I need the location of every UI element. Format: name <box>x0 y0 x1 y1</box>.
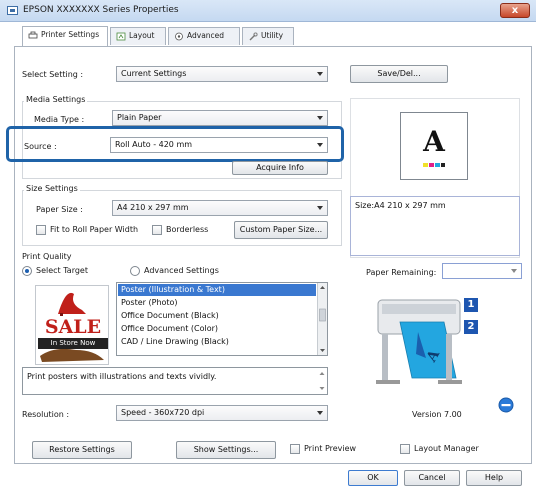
close-button[interactable]: x <box>500 3 530 18</box>
select-target-label: Select Target <box>36 266 88 275</box>
step-badge-2: 2 <box>467 321 475 332</box>
preview-letter: A <box>423 125 445 158</box>
paper-size-combo[interactable]: A4 210 x 297 mm <box>112 200 328 216</box>
properties-window: EPSON XXXXXXX Series Properties x Printe… <box>0 0 536 493</box>
update-info-icon[interactable] <box>498 397 514 413</box>
list-item[interactable]: CAD / Line Drawing (Black) <box>118 336 229 348</box>
select-target-radio[interactable] <box>22 266 32 276</box>
tab-label: Layout <box>129 31 155 40</box>
paper-remaining-label: Paper Remaining: <box>366 268 437 277</box>
chevron-down-icon <box>317 72 323 76</box>
select-setting-value: Current Settings <box>121 69 187 78</box>
version-label: Version 7.00 <box>412 410 462 419</box>
chevron-down-icon <box>317 206 323 210</box>
resolution-label: Resolution : <box>22 410 70 419</box>
list-item[interactable]: Poster (Photo) <box>118 297 178 309</box>
list-item[interactable]: Poster (Illustration & Text) <box>118 284 316 296</box>
list-item[interactable]: Office Document (Black) <box>118 310 219 322</box>
printer-icon <box>28 31 38 39</box>
select-setting-combo[interactable]: Current Settings <box>116 66 328 82</box>
fit-roll-width-checkbox[interactable] <box>36 225 46 235</box>
resolution-combo[interactable]: Speed - 360x720 dpi <box>116 405 328 421</box>
select-setting-label: Select Setting : <box>22 70 84 79</box>
list-item[interactable]: Office Document (Color) <box>118 323 218 335</box>
restore-settings-button[interactable]: Restore Settings <box>32 441 132 459</box>
target-description: Print posters with illustrations and tex… <box>22 367 328 395</box>
title-bar: EPSON XXXXXXX Series Properties x <box>0 0 536 22</box>
advanced-settings-radio[interactable] <box>130 266 140 276</box>
custom-paper-size-button[interactable]: Custom Paper Size... <box>234 221 328 239</box>
show-settings-button[interactable]: Show Settings... <box>176 441 276 459</box>
sale-text: SALE <box>44 316 102 338</box>
size-info-text: Size:A4 210 x 297 mm <box>355 201 446 210</box>
wrench-icon <box>249 32 258 41</box>
paper-remaining-combo[interactable] <box>442 263 522 279</box>
tab-layout[interactable]: Layout <box>110 27 166 45</box>
borderless-label: Borderless <box>166 225 209 234</box>
window-title: EPSON XXXXXXX Series Properties <box>23 5 179 15</box>
media-settings-label: Media Settings <box>24 95 88 104</box>
print-preview-label: Print Preview <box>304 444 357 453</box>
media-type-label: Media Type : <box>34 115 85 124</box>
target-listbox[interactable]: Poster (Illustration & Text) Poster (Pho… <box>116 282 328 356</box>
step-badge-1: 1 <box>467 299 475 310</box>
help-button[interactable]: Help <box>466 470 522 486</box>
tab-utility[interactable]: Utility <box>242 27 294 45</box>
chevron-down-icon <box>317 411 323 415</box>
resolution-value: Speed - 360x720 dpi <box>121 408 205 417</box>
layout-icon <box>116 32 126 41</box>
borderless-checkbox[interactable] <box>152 225 162 235</box>
save-del-button[interactable]: Save/Del... <box>350 65 448 83</box>
cancel-button[interactable]: Cancel <box>404 470 460 486</box>
size-settings-label: Size Settings <box>24 184 80 193</box>
tab-label: Utility <box>261 31 284 40</box>
tab-advanced[interactable]: Advanced <box>168 27 240 45</box>
target-thumbnail: SALE In Store Now <box>35 285 109 365</box>
size-info-box: Size:A4 210 x 297 mm <box>350 196 520 256</box>
fit-roll-width-label: Fit to Roll Paper Width <box>50 225 139 234</box>
scroll-arrows-icon <box>319 286 326 352</box>
large-format-printer-illustration <box>376 298 478 384</box>
advanced-icon <box>175 32 183 41</box>
media-type-value: Plain Paper <box>117 113 162 122</box>
paper-preview: A <box>400 112 468 180</box>
chevron-down-icon <box>511 269 517 273</box>
target-description-text: Print posters with illustrations and tex… <box>27 372 217 381</box>
tab-label: Printer Settings <box>41 30 100 39</box>
layout-manager-checkbox[interactable] <box>400 444 410 454</box>
acquire-info-button[interactable]: Acquire Info <box>232 161 328 175</box>
source-highlight-callout <box>6 126 344 162</box>
advanced-settings-label: Advanced Settings <box>144 266 219 275</box>
ink-strip-icon <box>423 163 445 167</box>
printer-app-icon <box>7 6 18 15</box>
tab-label: Advanced <box>187 31 225 40</box>
paper-size-value: A4 210 x 297 mm <box>117 203 189 212</box>
tab-printer-settings[interactable]: Printer Settings <box>22 26 108 46</box>
description-scroll-arrows-icon <box>319 372 325 390</box>
print-preview-checkbox[interactable] <box>290 444 300 454</box>
chevron-down-icon <box>317 116 323 120</box>
media-type-combo[interactable]: Plain Paper <box>112 110 328 126</box>
in-store-text: In Store Now <box>38 338 108 349</box>
layout-manager-label: Layout Manager <box>414 444 479 453</box>
ok-button[interactable]: OK <box>348 470 398 486</box>
print-quality-label: Print Quality <box>22 252 72 261</box>
target-list-scrollbar[interactable] <box>317 283 327 355</box>
paper-size-label: Paper Size : <box>36 205 83 214</box>
